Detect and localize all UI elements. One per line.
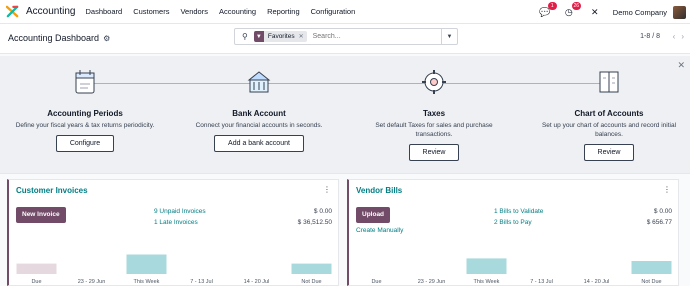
chart-tick-label: This Week [134,279,160,285]
validate-amount: $ 0.00 [653,208,672,215]
step-description: Set default Taxes for sales and purchase… [375,122,493,138]
accounting-app-icon[interactable] [6,5,19,18]
page-title-text: Accounting Dashboard [8,33,100,43]
user-avatar[interactable] [673,5,686,19]
aging-bar-chart[interactable]: Due 23 - 29 Jun This Week 7 - 13 Jul 14 - 20… [9,238,339,286]
journal-card-customer-invoices: Customer Invoices ⋮ New Invoice 9 Unpaid… [7,179,339,286]
pager-next-icon[interactable]: › [681,32,684,41]
facet-label: Favorites [267,33,295,40]
chart-bar[interactable] [291,263,332,274]
chart-tick-label: 14 - 20 Jul [244,279,270,285]
gear-icon[interactable]: ⚙ [103,34,110,43]
review-taxes-button[interactable]: Review [408,144,460,161]
step-title: Bank Account [232,109,286,118]
bills-to-validate-link[interactable]: 1 Bills to Validate [494,208,543,215]
calendar-illustration-icon [75,70,95,94]
chart-tick-label: Not Due [641,279,661,285]
clock-activity-icon[interactable]: ◷ 26 [563,2,581,18]
configure-button[interactable]: Configure [55,135,115,152]
company-switcher[interactable]: Demo Company [613,8,667,17]
search-options-toggle[interactable]: ▼ [441,29,457,44]
upload-button[interactable]: Upload [356,207,391,223]
step-description: Connect your financial accounts in secon… [195,122,323,129]
menu-accounting[interactable]: Accounting [219,7,256,16]
kebab-menu-icon[interactable]: ⋮ [663,185,671,194]
filter-facet[interactable]: ▼ Favorites ✕ [253,31,307,42]
chart-bar[interactable] [466,258,507,274]
page-title: Accounting Dashboard ⚙ [8,33,110,43]
search-input[interactable] [312,33,423,40]
chart-tick-label: 7 - 13 Jul [190,279,213,285]
bills-to-pay-link[interactable]: 2 Bills to Pay [494,219,532,226]
pager-arrows: ‹ › [673,32,684,41]
control-panel: Accounting Dashboard ⚙ ⚲ ▼ Favorites ✕ ▼… [0,24,690,54]
chart-tick-label: Due [371,279,381,285]
app-name[interactable]: Accounting [26,6,75,17]
menu-reporting[interactable]: Reporting [267,7,300,16]
menu-vendors[interactable]: Vendors [180,7,208,16]
onboarding-step-bank-account: Bank Account Connect your financial acco… [179,56,339,152]
review-chart-of-accounts-button[interactable]: Review [583,144,635,161]
late-amount: $ 36,512.50 [297,219,332,226]
systray: 💬 1 ◷ 26 ✕ Demo Company [539,0,686,24]
bank-illustration-icon [247,71,271,93]
chart-bar[interactable] [126,254,167,275]
chart-tick-label: This Week [474,279,500,285]
chart-tick-label: 23 - 29 Jun [78,279,106,285]
card-title[interactable]: Customer Invoices [16,186,88,195]
new-invoice-button[interactable]: New Invoice [16,207,66,223]
activity-badge: 26 [571,2,581,10]
onboarding-step-accounting-periods: Accounting Periods Define your fiscal ye… [5,56,165,152]
onboarding-step-chart-of-accounts: Chart of Accounts Set up your chart of a… [529,56,689,161]
unpaid-invoices-link[interactable]: 9 Unpaid Invoices [154,208,206,215]
chart-bar[interactable] [631,261,672,274]
create-manually-link[interactable]: Create Manually [356,227,403,234]
add-bank-account-button[interactable]: Add a bank account [214,135,304,152]
pager-prev-icon[interactable]: ‹ [673,32,676,41]
chart-tick-label: 23 - 29 Jun [418,279,446,285]
onboarding-step-taxes: Taxes Set default Taxes for sales and pu… [354,56,514,161]
chat-icon[interactable]: 💬 1 [539,2,557,18]
chart-bar[interactable] [16,263,57,274]
pager-value[interactable]: 1-8 / 8 [640,33,660,40]
search-icon: ⚲ [242,32,248,41]
chart-tick-label: 14 - 20 Jul [584,279,610,285]
menu-customers[interactable]: Customers [133,7,169,16]
kebab-menu-icon[interactable]: ⋮ [323,185,331,194]
tools-icon[interactable]: ✕ [589,6,601,18]
journal-card-vendor-bills: Vendor Bills ⋮ Upload Create Manually 1 … [347,179,679,286]
remove-facet-icon[interactable]: ✕ [299,33,307,40]
step-description: Define your fiscal years & tax returns p… [15,122,155,129]
ledger-illustration-icon [599,71,619,93]
menu-configuration[interactable]: Configuration [311,7,356,16]
step-title: Taxes [422,109,446,118]
chart-tick-label: Due [31,279,41,285]
pay-amount: $ 656.77 [646,219,672,226]
tax-gear-illustration-icon [422,70,446,94]
card-title[interactable]: Vendor Bills [356,186,402,195]
step-title: Chart of Accounts [574,109,644,118]
step-description: Set up your chart of accounts and record… [541,122,677,138]
chat-badge: 1 [547,2,557,10]
menu-dashboard[interactable]: Dashboard [85,7,122,16]
top-navbar: Accounting Dashboard Customers Vendors A… [0,0,690,24]
search-bar[interactable]: ⚲ ▼ Favorites ✕ ▼ [234,28,458,45]
aging-bar-chart[interactable]: Due 23 - 29 Jun This Week 7 - 13 Jul 14 - 20… [349,238,679,286]
step-title: Accounting Periods [47,109,123,118]
unpaid-amount: $ 0.00 [313,208,332,215]
chart-tick-label: Not Due [301,279,321,285]
late-invoices-link[interactable]: 1 Late Invoices [154,219,198,226]
filter-icon: ▼ [253,31,264,42]
onboarding-panel: ✕ Accounting Periods Define your fiscal … [0,56,690,174]
chart-tick-label: 7 - 13 Jul [530,279,553,285]
